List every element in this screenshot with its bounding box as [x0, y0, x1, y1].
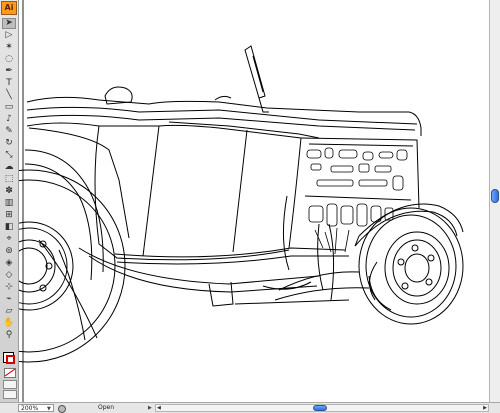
eraser-icon: ▱: [5, 306, 13, 316]
tools-panel: Ai ➤ ▷ ✶ ◌ ✒ T ╲ ▭ ♪ ✎ ↻ ⤡ ☁ ⬚ ✽ ▥ ⊞ ◧ ⌖ ⊚ ◈ ◇ ⊹ ⌁ ▱ ✋ ⚲: [0, 0, 19, 402]
rectangle-icon: ▭: [4, 102, 14, 112]
pencil-tool[interactable]: ✎: [2, 126, 16, 137]
scale-icon: ⤡: [5, 150, 13, 160]
gradient-tool[interactable]: ◧: [2, 222, 16, 233]
rotate-tool[interactable]: ↻: [2, 138, 16, 149]
type-icon: T: [6, 78, 12, 88]
scroll-right-arrow-icon[interactable]: ▶: [483, 405, 487, 412]
column-graph-tool[interactable]: ▥: [2, 198, 16, 209]
magnifier-icon: ⚲: [5, 330, 13, 340]
none-swatch-icon[interactable]: [4, 368, 16, 378]
paint-bucket-icon: ◈: [5, 258, 13, 268]
line-icon: ╲: [6, 90, 12, 100]
mesh-tool[interactable]: ⊞: [2, 210, 16, 221]
hand-icon: ✋: [3, 318, 15, 328]
vertical-scroll-thumb[interactable]: [491, 189, 499, 203]
normal-screen-mode-button[interactable]: [3, 380, 17, 389]
transform-icon: ⬚: [4, 174, 14, 184]
eraser-tool[interactable]: ▱: [2, 306, 16, 317]
pen-tool[interactable]: ✒: [2, 66, 16, 77]
status-info-icon[interactable]: [58, 405, 66, 413]
stroke-color-swatch[interactable]: [6, 355, 15, 364]
blend-tool[interactable]: ⊚: [2, 246, 16, 257]
mesh-icon: ⊞: [5, 210, 13, 220]
brush-icon: ♪: [6, 114, 12, 124]
slice-icon: ⌁: [6, 294, 12, 304]
paint-select-icon: ◇: [5, 270, 13, 280]
scale-tool[interactable]: ⤡: [2, 150, 16, 161]
scroll-left-arrow-icon[interactable]: ◀: [157, 405, 161, 412]
free-transform-tool[interactable]: ⬚: [2, 174, 16, 185]
type-tool[interactable]: T: [2, 78, 16, 89]
horizontal-scroll-thumb[interactable]: [313, 405, 327, 411]
hollow-arrow-icon: ▷: [5, 30, 13, 40]
eyedropper-icon: ⌖: [6, 234, 12, 244]
symbol-sprayer-tool[interactable]: ✽: [2, 186, 16, 197]
live-paint-tool[interactable]: ◈: [2, 258, 16, 269]
spray-icon: ✽: [5, 186, 13, 196]
status-menu-arrow-icon[interactable]: ▶: [148, 405, 152, 411]
blend-icon: ⊚: [5, 246, 13, 256]
gradient-icon: ◧: [4, 222, 14, 232]
line-tool[interactable]: ╲: [2, 90, 16, 101]
vertical-scrollbar[interactable]: [489, 0, 500, 402]
illustrator-logo: Ai: [1, 1, 17, 15]
selection-tool[interactable]: ➤: [2, 18, 16, 29]
warp-tool[interactable]: ☁: [2, 162, 16, 173]
arrow-icon: ➤: [5, 18, 13, 28]
graph-icon: ▥: [4, 198, 14, 208]
crop-icon: ⊹: [5, 282, 13, 292]
eyedropper-tool[interactable]: ⌖: [2, 234, 16, 245]
paintbrush-tool[interactable]: ♪: [2, 114, 16, 125]
horizontal-scrollbar[interactable]: ◀ ▶: [155, 404, 489, 412]
full-screen-mode-button[interactable]: [3, 390, 17, 399]
zoom-dropdown-arrow-icon[interactable]: ▼: [47, 406, 51, 412]
pencil-icon: ✎: [5, 126, 13, 136]
wand-icon: ✶: [5, 42, 13, 52]
status-bar: 200% ▼ Open ▶ ◀ ▶: [0, 402, 500, 413]
hot-rod-outline-artwork: [19, 0, 464, 402]
crop-area-tool[interactable]: ⊹: [2, 282, 16, 293]
magic-wand-tool[interactable]: ✶: [2, 42, 16, 53]
pen-icon: ✒: [5, 66, 13, 76]
document-status-text[interactable]: Open: [98, 403, 114, 413]
artboard-canvas[interactable]: [19, 0, 489, 402]
slice-tool[interactable]: ⌁: [2, 294, 16, 305]
lasso-tool[interactable]: ◌: [2, 54, 16, 65]
rotate-icon: ↻: [5, 138, 13, 148]
warp-icon: ☁: [4, 162, 14, 172]
direct-selection-tool[interactable]: ▷: [2, 30, 16, 41]
zoom-tool[interactable]: ⚲: [2, 330, 16, 341]
rectangle-tool[interactable]: ▭: [2, 102, 16, 113]
live-paint-selection-tool[interactable]: ◇: [2, 270, 16, 281]
lasso-icon: ◌: [5, 54, 13, 64]
hand-tool[interactable]: ✋: [2, 318, 16, 329]
